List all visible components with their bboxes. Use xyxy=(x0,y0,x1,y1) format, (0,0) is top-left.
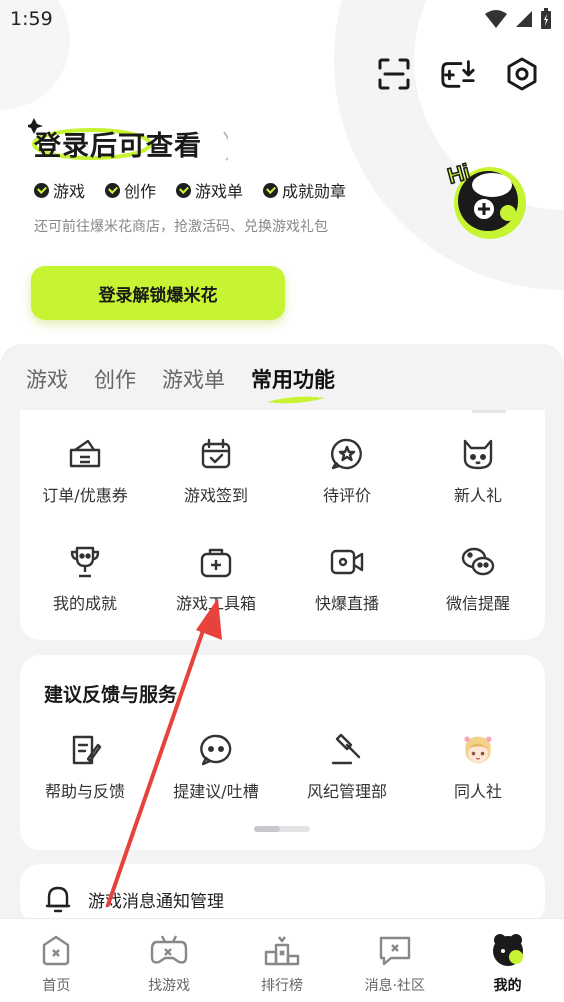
function-game-checkin[interactable]: 游戏签到 xyxy=(151,436,281,516)
gavel-icon xyxy=(329,732,365,768)
feedback-section-title: 建议反馈与服务 xyxy=(44,684,178,706)
function-kuaibao-live[interactable]: 快爆直播 xyxy=(282,544,412,624)
tab-games[interactable]: 游戏 xyxy=(26,364,68,394)
game-download-icon[interactable] xyxy=(440,56,476,92)
nav-find-games[interactable]: 找游戏 xyxy=(113,919,226,1002)
function-label: 我的成就 xyxy=(52,594,117,613)
trophy-icon xyxy=(67,544,103,580)
nav-label: 首页 xyxy=(42,978,71,994)
star-bubble-icon xyxy=(329,436,365,472)
settings-icon[interactable] xyxy=(504,56,540,92)
function-my-achievements[interactable]: 我的成就 xyxy=(20,544,150,624)
service-help-feedback[interactable]: 帮助与反馈 xyxy=(20,732,150,812)
nav-mine[interactable]: 我的 xyxy=(451,919,564,1002)
tab-bar: 游戏 创作 游戏单 常用功能 xyxy=(26,364,335,404)
function-newcomer-gift[interactable]: 新人礼 xyxy=(413,436,543,516)
function-label: 新人礼 xyxy=(453,486,502,505)
service-label: 风纪管理部 xyxy=(306,782,387,801)
notification-settings-row[interactable]: 游戏消息通知管理 xyxy=(44,884,224,914)
status-bar: 1:59 xyxy=(0,0,564,40)
function-label: 订单/优惠券 xyxy=(42,486,128,505)
gamepad-icon xyxy=(150,931,188,969)
signal-icon xyxy=(516,11,532,27)
service-suggestions[interactable]: 提建议/吐槽 xyxy=(151,732,281,812)
hi-mascot-icon: Hi xyxy=(444,158,526,239)
function-label: 游戏工具箱 xyxy=(175,594,256,613)
login-subtitle: 还可前往爆米花商店，抢激活码、兑换游戏礼包 xyxy=(34,219,328,235)
notification-settings-label: 游戏消息通知管理 xyxy=(88,891,224,912)
perk-label: 成就勋章 xyxy=(282,182,347,201)
perk-label: 游戏 xyxy=(53,182,86,201)
calendar-check-icon xyxy=(198,436,234,472)
perk-item: 创作 xyxy=(105,178,156,202)
tab-label: 常用功能 xyxy=(251,368,335,392)
nav-label: 排行榜 xyxy=(260,978,303,994)
perk-item: 游戏 xyxy=(34,178,85,202)
perk-item: 游戏单 xyxy=(176,178,243,202)
service-discipline-dept[interactable]: 风纪管理部 xyxy=(282,732,412,812)
podium-icon xyxy=(263,931,301,969)
service-fan-club[interactable]: 同人社 xyxy=(413,732,543,812)
wechat-icon xyxy=(460,544,496,580)
document-edit-icon xyxy=(67,732,103,768)
wifi-icon xyxy=(485,10,507,28)
nav-rankings[interactable]: 排行榜 xyxy=(226,919,339,1002)
service-label: 帮助与反馈 xyxy=(44,782,125,801)
toolbox-icon xyxy=(198,544,234,580)
function-pending-review[interactable]: 待评价 xyxy=(282,436,412,516)
check-icon xyxy=(34,182,49,198)
check-icon xyxy=(263,182,279,198)
scan-icon[interactable] xyxy=(376,56,412,92)
perk-item: 成就勋章 xyxy=(263,178,346,202)
login-unlock-button[interactable]: 登录解锁爆米花 xyxy=(31,266,285,320)
cat-icon xyxy=(460,436,496,472)
scroll-hint xyxy=(472,410,506,413)
service-label: 同人社 xyxy=(453,782,502,801)
video-camera-icon xyxy=(329,544,365,580)
nav-home[interactable]: 首页 xyxy=(0,919,113,1002)
nav-messages-community[interactable]: 消息·社区 xyxy=(338,919,451,1002)
login-title: 登录后可查看 xyxy=(34,131,202,162)
chat-bubble-icon xyxy=(198,732,234,768)
status-icons xyxy=(484,8,552,30)
function-label: 快爆直播 xyxy=(314,594,379,613)
function-game-toolbox[interactable]: 游戏工具箱 xyxy=(151,544,281,624)
bell-icon xyxy=(45,886,71,913)
check-icon xyxy=(176,182,192,198)
nav-label: 我的 xyxy=(493,978,522,994)
tab-active-indicator xyxy=(267,396,325,404)
anime-girl-icon xyxy=(460,732,496,768)
nav-label: 找游戏 xyxy=(148,978,191,994)
perk-label: 创作 xyxy=(124,182,157,201)
function-orders-coupons[interactable]: 订单/优惠券 xyxy=(20,436,150,516)
home-icon xyxy=(37,931,75,969)
function-label: 微信提醒 xyxy=(445,594,510,613)
status-time: 1:59 xyxy=(10,8,53,30)
tab-game-lists[interactable]: 游戏单 xyxy=(162,364,225,394)
message-icon xyxy=(376,931,414,969)
function-label: 游戏签到 xyxy=(183,486,248,505)
function-label: 待评价 xyxy=(322,486,371,505)
wallet-icon xyxy=(67,436,103,472)
check-icon xyxy=(105,182,121,198)
profile-mascot-icon xyxy=(489,931,527,969)
tab-common-functions[interactable]: 常用功能 xyxy=(251,364,335,404)
service-label: 提建议/吐槽 xyxy=(173,782,259,801)
tab-creations[interactable]: 创作 xyxy=(94,364,136,394)
nav-label: 消息·社区 xyxy=(364,978,426,994)
function-wechat-reminder[interactable]: 微信提醒 xyxy=(413,544,543,624)
battery-icon xyxy=(541,8,551,29)
carousel-indicator xyxy=(254,826,310,832)
perk-list: 游戏 创作 游戏单 成就勋章 xyxy=(34,178,346,202)
top-actions xyxy=(376,56,540,92)
bottom-navigation: 首页 找游戏 排行榜 消息·社区 我的 xyxy=(0,918,564,1002)
perk-label: 游戏单 xyxy=(195,182,244,201)
